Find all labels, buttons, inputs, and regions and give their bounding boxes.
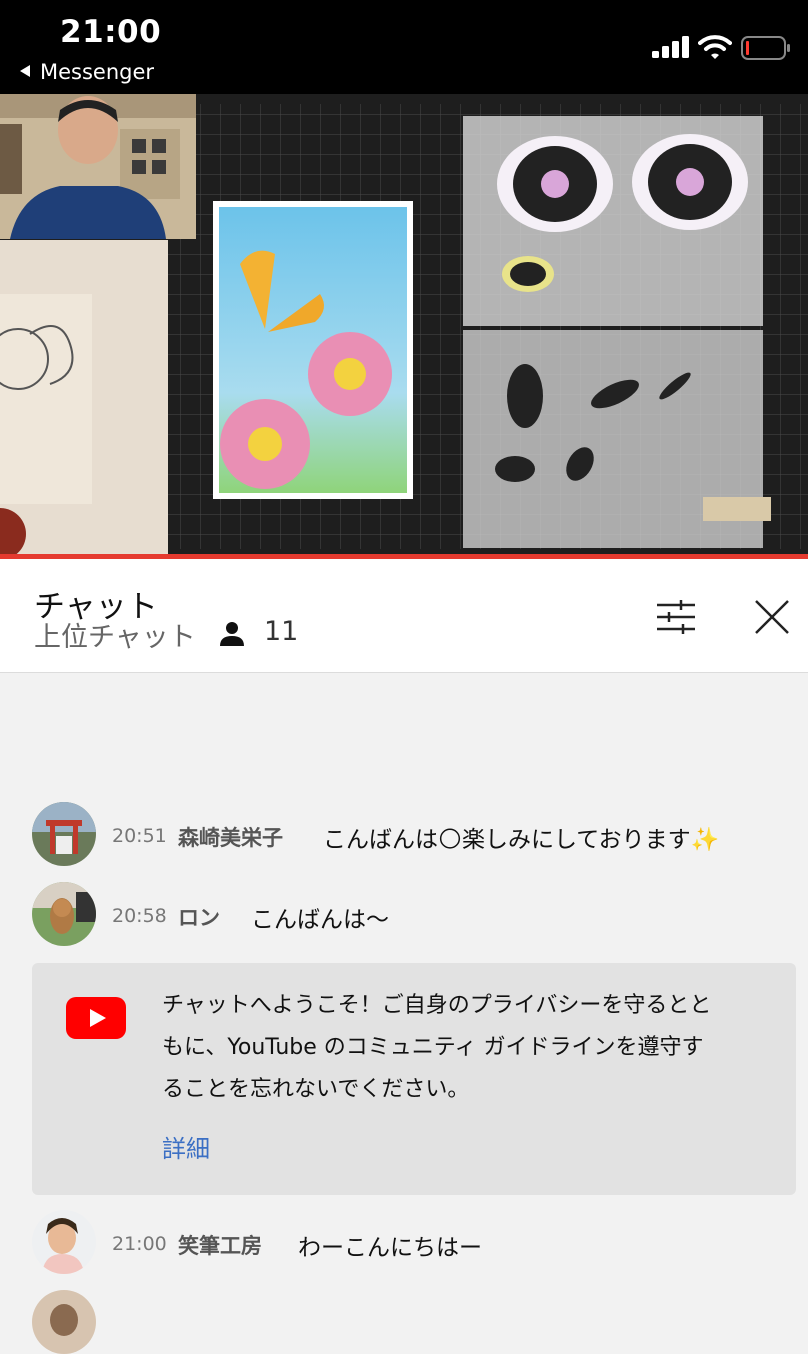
chat-message: 20:51 森崎美栄子 こんばんは🌕楽しみにしております✨: [0, 802, 808, 872]
chat-message: 21:00 笑筆工房 わーこんにちはー: [0, 1210, 808, 1280]
welcome-text: チャットへようこそ！ご自身のプライバシーを守るとと もに、YouTube のコミ…: [162, 985, 772, 1111]
message-author[interactable]: 笑筆工房: [178, 1230, 262, 1260]
message-time: 20:58: [112, 905, 167, 927]
message-text: こんばんは〜: [251, 907, 389, 933]
status-time: 21:00: [60, 14, 162, 50]
video-player[interactable]: [0, 94, 808, 554]
message-author[interactable]: 森崎美栄子: [178, 822, 283, 852]
message-text: こんばんは🌕楽しみにしております✨: [323, 827, 720, 853]
chat-mode-selector[interactable]: 上位チャット: [34, 615, 196, 654]
back-to-messenger-link[interactable]: Messenger: [20, 60, 154, 84]
wifi-icon: [698, 35, 732, 59]
chat-message: 20:58 ロン こんばんは〜: [0, 882, 808, 952]
youtube-logo-icon: [66, 997, 126, 1039]
message-text: わーこんにちはー: [298, 1235, 482, 1261]
avatar[interactable]: [32, 1210, 96, 1274]
welcome-notice: チャットへようこそ！ご自身のプライバシーを守るとと もに、YouTube のコミ…: [32, 963, 796, 1195]
person-icon: [220, 622, 244, 646]
welcome-line-1: チャットへようこそ！ご自身のプライバシーを守るとと: [162, 993, 712, 1018]
avatar[interactable]: [32, 882, 96, 946]
message-time: 21:00: [112, 1233, 167, 1255]
message-author[interactable]: ロン: [178, 902, 220, 932]
details-link[interactable]: 詳細: [162, 1129, 210, 1164]
battery-icon: [741, 36, 790, 60]
back-app-label: Messenger: [40, 60, 155, 84]
tune-settings-icon[interactable]: [655, 599, 697, 635]
back-arrow-icon: [20, 65, 30, 77]
chat-header: チャット 上位チャット 11: [0, 559, 808, 673]
close-icon[interactable]: [752, 597, 792, 637]
viewer-count: 11: [264, 616, 299, 647]
status-bar: 21:00 Messenger: [0, 0, 808, 94]
welcome-line-3: ることを忘れないでください。: [162, 1077, 470, 1102]
avatar[interactable]: [32, 802, 96, 866]
video-frame: [0, 94, 808, 554]
cellular-signal-icon: [652, 36, 689, 58]
avatar[interactable]: [32, 1290, 96, 1354]
message-time: 20:51: [112, 825, 167, 847]
welcome-line-2: もに、YouTube のコミュニティ ガイドラインを遵守す: [162, 1035, 704, 1060]
